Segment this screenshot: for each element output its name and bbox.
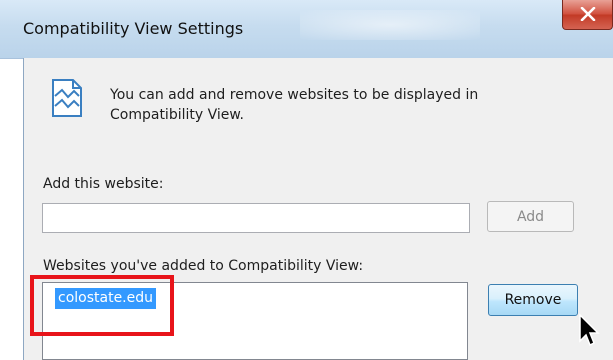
mouse-pointer-icon (579, 313, 600, 347)
add-button[interactable]: Add (487, 201, 574, 232)
compatibility-view-icon (52, 79, 82, 117)
info-text: You can add and remove websites to be di… (110, 87, 479, 123)
close-button[interactable] (562, 0, 613, 30)
add-website-input[interactable] (42, 203, 470, 233)
remove-button[interactable]: Remove (488, 284, 578, 316)
add-website-label: Add this website: (43, 176, 164, 192)
title-bar: Compatibility View Settings (0, 0, 613, 59)
websites-list-label: Websites you've added to Compatibility V… (43, 258, 364, 274)
window-title: Compatibility View Settings (23, 19, 244, 38)
close-icon (580, 7, 596, 21)
highlight-annotation (30, 275, 174, 336)
